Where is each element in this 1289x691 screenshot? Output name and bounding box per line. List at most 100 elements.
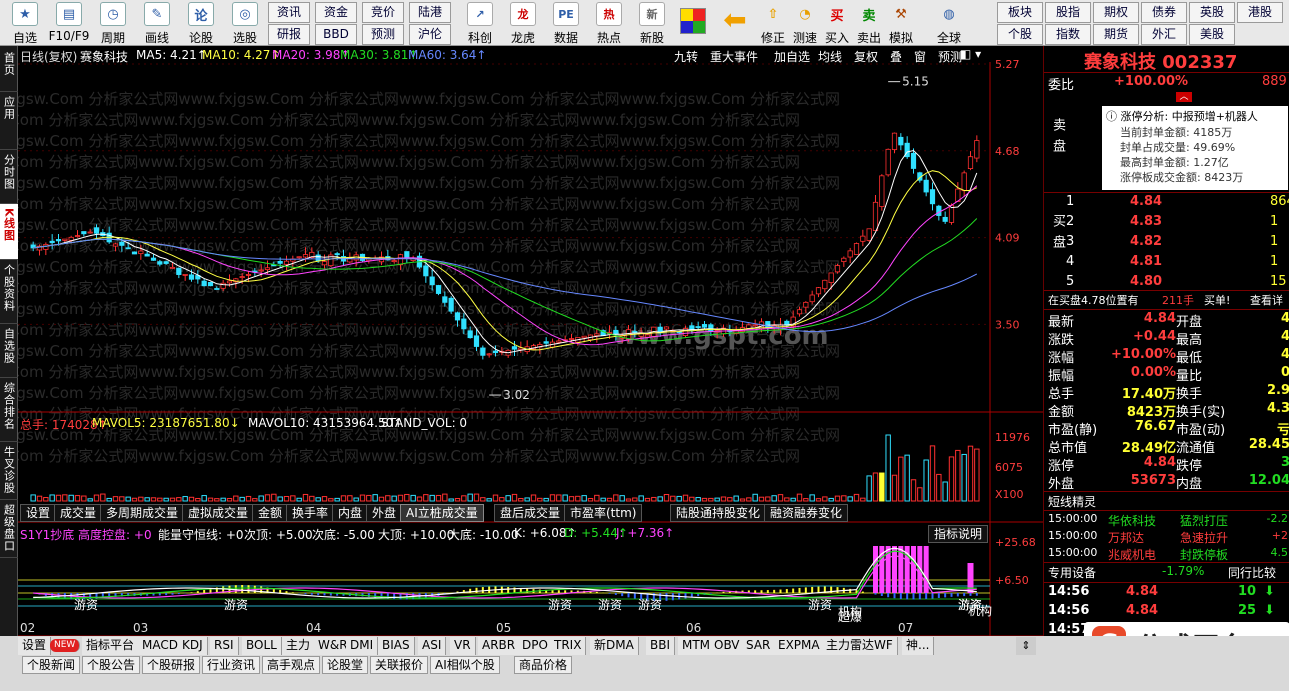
indicator-tab[interactable]: BBI (646, 637, 676, 655)
toolbar-market-button[interactable]: 期货 (1093, 24, 1139, 45)
volume-tab[interactable]: 内盘 (332, 504, 369, 522)
volume-tab[interactable]: AI立桩成交量 (400, 504, 484, 522)
toolbar-pe-button[interactable]: PE 数据 (544, 0, 588, 45)
toolbar-chat-button[interactable]: 论论股 (178, 0, 224, 45)
chart-header-button[interactable]: 预测 (938, 48, 962, 65)
indicator-tab[interactable]: DMI (346, 637, 379, 655)
toolbar-market-button[interactable]: 英股 (1189, 2, 1235, 23)
toolbar-filter-button[interactable]: ◎ 选股 (222, 0, 268, 45)
news-tab[interactable]: 高手观点 (262, 656, 321, 674)
toolbar-grid-button[interactable]: 沪伦 (409, 24, 451, 45)
indicator-tab[interactable]: SAR (742, 637, 776, 655)
indicator-tab[interactable]: EXPMA (774, 637, 825, 655)
toolbar-market-button[interactable]: 债券 (1141, 2, 1187, 23)
volume-tab[interactable]: 市盈率(ttm) (564, 504, 643, 522)
volume-tab[interactable]: 融资融券变化 (764, 504, 849, 522)
left-tab-8[interactable]: 超级盘口 (0, 500, 18, 558)
toolbar-hammer-button[interactable]: ⚒ 模拟 (884, 0, 918, 46)
toolbar-grid-button[interactable]: 陆港 (409, 2, 451, 23)
toolbar-grid-button[interactable]: BBD (315, 24, 357, 45)
volume-tab[interactable]: 外盘 (366, 504, 403, 522)
indicator-tab[interactable]: KDJ (178, 637, 208, 655)
indicator-tab[interactable]: VR (450, 637, 476, 655)
view-detail-link[interactable]: 查看详 (1250, 292, 1283, 309)
news-tab[interactable]: 关联报价 (370, 656, 429, 674)
toolbar-market-button[interactable]: 个股 (997, 24, 1043, 45)
left-tab-6[interactable]: 综合排名 (0, 378, 18, 442)
toolbar-market-button[interactable]: 指数 (1045, 24, 1091, 45)
toolbar-buy-button[interactable]: 买买入 (820, 0, 854, 46)
spirit-stock[interactable]: 兆威机电 (1108, 546, 1156, 563)
toolbar-grid-button[interactable]: 研报 (268, 24, 310, 45)
left-tab-5[interactable]: 自选股 (0, 324, 18, 378)
toolbar-globe-button[interactable]: ◍ 全球 (932, 0, 966, 46)
indicator-tab[interactable]: ASI (418, 637, 447, 655)
left-tab-7[interactable]: 牛叉诊股 (0, 442, 18, 500)
color-grid-icon[interactable] (680, 8, 706, 34)
toolbar-market-button[interactable]: 股指 (1045, 2, 1091, 23)
indicator-tab[interactable]: RSI (210, 637, 239, 655)
chart-header-button[interactable]: 叠 (890, 48, 902, 65)
volume-tab[interactable]: 成交量 (54, 504, 103, 522)
scroll-right-icon[interactable]: ⇕ (1016, 637, 1036, 655)
volume-tab[interactable]: 虚拟成交量 (182, 504, 255, 522)
news-tab[interactable]: 商品价格 (514, 656, 573, 674)
toolbar-star-button[interactable]: ★ 自选 (2, 0, 48, 45)
indicator-tab[interactable]: 神... (902, 637, 935, 655)
indicator-tab[interactable]: 主力雷达WF (822, 637, 898, 655)
indicator-tab[interactable]: 指标平台 (82, 637, 140, 655)
indicator-tab[interactable]: 设置 (18, 637, 52, 655)
toolbar-market-button[interactable]: 期权 (1093, 2, 1139, 23)
left-tab-3[interactable]: K线图 (0, 204, 18, 260)
toolbar-market-button[interactable]: 美股 (1189, 24, 1235, 45)
left-tab-2[interactable]: 分时图 (0, 150, 18, 204)
indicator-tab[interactable]: DPO (518, 637, 553, 655)
left-tab-1[interactable]: 应用 (0, 92, 18, 150)
indicator-tab[interactable]: ARBR (478, 637, 521, 655)
kline-chart-area[interactable]: fxjgsw.Com 分析家公式网www.fxjgsw.Com 分析家公式网ww… (0, 46, 1043, 660)
volume-tab[interactable]: 金额 (252, 504, 289, 522)
chart-header-button[interactable]: 重大事件 (710, 48, 758, 65)
chart-header-button[interactable]: 窗 (914, 48, 926, 65)
new-badge[interactable]: NEW (50, 639, 81, 652)
toolbar-market-button[interactable]: 板块 (997, 2, 1043, 23)
chart-header-button[interactable]: 复权 (854, 48, 878, 65)
news-tab[interactable]: 个股研报 (142, 656, 201, 674)
spirit-stock[interactable]: 华依科技 (1108, 512, 1156, 529)
news-tab[interactable]: 行业资讯 (202, 656, 261, 674)
left-tab-4[interactable]: 个股资料 (0, 260, 18, 324)
news-tab[interactable]: 论股堂 (322, 656, 369, 674)
indicator-help-button[interactable]: 指标说明 (928, 525, 989, 543)
volume-tab[interactable]: 陆股通持股变化 (670, 504, 767, 522)
volume-tab[interactable]: 设置 (20, 504, 57, 522)
indicator-tab[interactable]: 主力 (282, 637, 316, 655)
collapse-icon[interactable]: ︿ (1176, 92, 1192, 102)
toolbar-grid-button[interactable]: 预测 (362, 24, 404, 45)
kline-chart-svg[interactable]: fxjgsw.Com 分析家公式网www.fxjgsw.Com 分析家公式网ww… (0, 46, 1043, 660)
indicator-tab[interactable]: TRIX (550, 637, 587, 655)
toolbar-pencil-button[interactable]: ✎ 画线 (134, 0, 180, 45)
indicator-tab[interactable]: 新DMA (590, 637, 639, 655)
toolbar-sell-button[interactable]: 卖卖出 (852, 0, 886, 46)
spirit-stock[interactable]: 万邦达 (1108, 529, 1144, 546)
toolbar-chart-button[interactable]: ↗ 科创 (458, 0, 502, 45)
volume-tab[interactable]: 盘后成交量 (494, 504, 567, 522)
volume-tab[interactable]: 多周期成交量 (100, 504, 185, 522)
toolbar-grid-button[interactable]: 资讯 (268, 2, 310, 23)
toolbar-market-button[interactable]: 外汇 (1141, 24, 1187, 45)
indicator-tab[interactable]: OBV (710, 637, 745, 655)
news-tab[interactable]: AI相似个股 (430, 656, 500, 674)
indicator-tab[interactable]: BIAS (378, 637, 415, 655)
toolbar-market-button[interactable]: 港股 (1237, 2, 1283, 23)
back-arrow-icon[interactable]: ⬅ (720, 6, 750, 36)
toolbar-alarm-button[interactable]: ◔ 测速 (788, 0, 822, 46)
toolbar-up-arrow-button[interactable]: ⇧ 修正 (756, 0, 790, 46)
indicator-tab[interactable]: BOLL (242, 637, 282, 655)
volume-tab[interactable]: 换手率 (286, 504, 335, 522)
peer-compare-link[interactable]: 同行比较 (1228, 564, 1276, 581)
toolbar-clock-button[interactable]: ◷ 周期 (90, 0, 136, 45)
chart-header-button[interactable]: 九转 (674, 48, 698, 65)
left-tab-0[interactable]: 首页 (0, 48, 18, 92)
toolbar-hot-button[interactable]: 热热点 (587, 0, 631, 45)
toolbar-dragon-button[interactable]: 龙龙虎 (501, 0, 545, 45)
